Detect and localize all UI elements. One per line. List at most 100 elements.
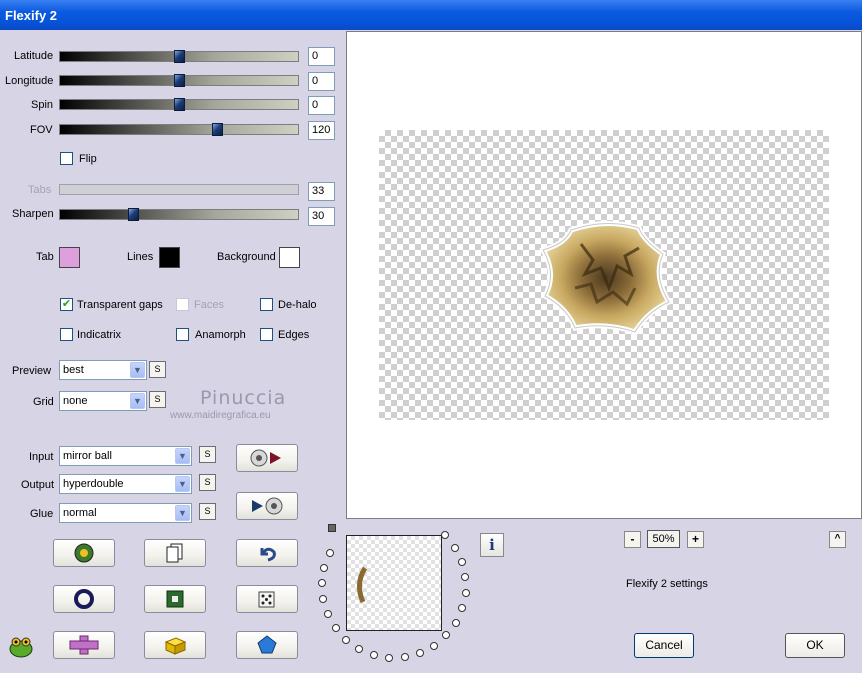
indicatrix-checkbox[interactable] xyxy=(60,328,73,341)
glue-select[interactable]: normal ▼ xyxy=(59,503,192,523)
fov-slider[interactable] xyxy=(59,123,299,136)
longitude-value-input[interactable]: 0 xyxy=(308,72,335,91)
cross-button[interactable] xyxy=(53,631,115,659)
ok-button[interactable]: OK xyxy=(785,633,845,658)
preview-s-button[interactable]: S xyxy=(149,361,166,378)
cancel-button[interactable]: Cancel xyxy=(634,633,694,658)
navigator-dot[interactable] xyxy=(461,573,470,582)
glue-label: Glue xyxy=(30,508,54,520)
dialog-client: Latitude 0 Longitude 0 Spin 0 FOV 120 Fl… xyxy=(0,30,862,673)
preview-select[interactable]: best ▼ xyxy=(59,360,147,380)
collapse-up-button[interactable]: ^ xyxy=(829,531,846,548)
chevron-down-icon[interactable]: ▼ xyxy=(130,362,145,378)
latitude-value-input[interactable]: 0 xyxy=(308,47,335,66)
navigator-dot[interactable] xyxy=(442,631,451,640)
pentagon-button[interactable] xyxy=(236,631,298,659)
flip-checkbox[interactable] xyxy=(60,152,73,165)
longitude-slider-thumb[interactable] xyxy=(174,74,185,87)
navigator-dot[interactable] xyxy=(318,579,327,588)
navigator-dot[interactable] xyxy=(355,644,364,653)
navigator-handle[interactable] xyxy=(328,524,336,532)
navigator-dot[interactable] xyxy=(461,589,470,598)
background-color-swatch[interactable] xyxy=(279,247,300,268)
edges-checkbox[interactable] xyxy=(260,328,273,341)
navigator-dot[interactable] xyxy=(323,610,332,619)
fov-label: FOV xyxy=(30,124,53,136)
sharpen-slider-thumb[interactable] xyxy=(128,208,139,221)
transparent-gaps-checkbox[interactable]: ✔ xyxy=(60,298,73,311)
sharpen-slider[interactable] xyxy=(59,208,299,221)
sharpen-value-input[interactable]: 30 xyxy=(308,207,335,226)
input-s-button[interactable]: S xyxy=(199,446,216,463)
spin-value-input[interactable]: 0 xyxy=(308,96,335,115)
dice-icon xyxy=(258,591,275,608)
glue-s-button[interactable]: S xyxy=(199,503,216,520)
cube-button[interactable] xyxy=(144,631,206,659)
longitude-label: Longitude xyxy=(5,75,54,87)
navigator-dot[interactable] xyxy=(319,595,328,604)
thumbnail-arc xyxy=(357,566,368,604)
watermark-url: www.maidiregrafica.eu xyxy=(170,410,271,421)
purple-cross-icon xyxy=(69,635,99,655)
chevron-down-icon[interactable]: ▼ xyxy=(175,448,190,464)
background-color-label: Background xyxy=(217,251,276,263)
undo-button[interactable] xyxy=(236,539,298,567)
grid-select[interactable]: none ▼ xyxy=(59,391,147,411)
navigator-dot[interactable] xyxy=(342,635,351,644)
navigator-dot[interactable] xyxy=(450,543,459,552)
grid-s-button[interactable]: S xyxy=(149,391,166,408)
window-title: Flexify 2 xyxy=(0,0,862,30)
navigator-dot[interactable] xyxy=(401,653,409,662)
indicatrix-label: Indicatrix xyxy=(77,329,122,341)
chevron-down-icon[interactable]: ▼ xyxy=(130,393,145,409)
fov-slider-thumb[interactable] xyxy=(212,123,223,136)
lines-color-swatch[interactable] xyxy=(159,247,180,268)
de-halo-checkbox[interactable] xyxy=(260,298,273,311)
tab-color-swatch[interactable] xyxy=(59,247,80,268)
load-input-button[interactable] xyxy=(236,444,298,472)
navigator-dot[interactable] xyxy=(369,651,378,660)
navigator-thumbnail[interactable] xyxy=(346,535,442,631)
undo-arrow-icon xyxy=(260,547,276,562)
latitude-slider[interactable] xyxy=(59,50,299,63)
navigator-dot[interactable] xyxy=(451,618,460,627)
tabs-value-input: 33 xyxy=(308,182,335,201)
spin-slider[interactable] xyxy=(59,98,299,111)
frame-button[interactable] xyxy=(144,585,206,613)
transparent-gaps-label: Transparent gaps xyxy=(77,299,163,311)
navigator-dot[interactable] xyxy=(416,649,425,658)
ring-button[interactable] xyxy=(53,585,115,613)
output-s-button[interactable]: S xyxy=(199,474,216,491)
input-select[interactable]: mirror ball ▼ xyxy=(59,446,192,466)
navigator-dot[interactable] xyxy=(325,549,334,558)
fov-value-input[interactable]: 120 xyxy=(308,121,335,140)
navigator-dot[interactable] xyxy=(331,624,340,633)
chevron-down-icon[interactable]: ▼ xyxy=(175,476,190,492)
navigator-dot[interactable] xyxy=(441,531,450,540)
preview-canvas[interactable] xyxy=(346,31,862,519)
copy-pages-icon xyxy=(166,543,183,563)
navigator-dot[interactable] xyxy=(458,604,467,613)
ring-icon xyxy=(74,589,94,609)
zoom-in-button[interactable]: + xyxy=(687,531,704,548)
anamorph-checkbox[interactable] xyxy=(176,328,189,341)
output-select[interactable]: hyperdouble ▼ xyxy=(59,474,192,494)
spin-slider-thumb[interactable] xyxy=(174,98,185,111)
navigator-dot[interactable] xyxy=(430,641,439,650)
dice-button[interactable] xyxy=(236,585,298,613)
chevron-down-icon[interactable]: ▼ xyxy=(175,505,190,521)
copy-button[interactable] xyxy=(144,539,206,567)
navigator-dot[interactable] xyxy=(457,557,466,566)
latitude-slider-thumb[interactable] xyxy=(174,50,185,63)
yellow-cube-icon xyxy=(164,637,187,655)
output-select-value: hyperdouble xyxy=(63,478,124,490)
tabs-label: Tabs xyxy=(28,184,52,196)
randomize-button[interactable] xyxy=(53,539,115,567)
navigator-dot[interactable] xyxy=(385,653,394,662)
navigator-dot[interactable] xyxy=(320,563,329,572)
input-select-value: mirror ball xyxy=(63,450,112,462)
info-button[interactable]: i xyxy=(480,533,504,557)
longitude-slider[interactable] xyxy=(59,74,299,87)
zoom-out-button[interactable]: - xyxy=(624,531,641,548)
send-output-button[interactable] xyxy=(236,492,298,520)
